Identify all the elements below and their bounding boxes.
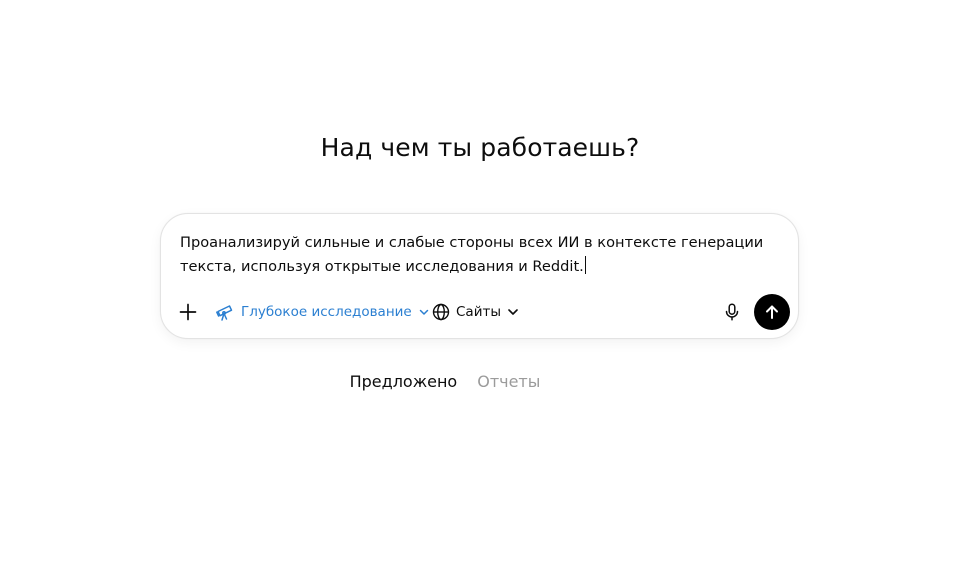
voice-input-button[interactable] — [718, 298, 746, 326]
sites-button[interactable]: Сайты — [432, 298, 519, 326]
chevron-down-icon — [418, 306, 430, 318]
telescope-icon — [215, 302, 235, 322]
prompt-input[interactable]: Проанализируй сильные и слабые стороны в… — [180, 231, 770, 279]
page-title: Над чем ты работаешь? — [320, 133, 640, 162]
tab-reports[interactable]: Отчеты — [477, 372, 540, 391]
sites-label: Сайты — [456, 304, 501, 320]
chevron-down-icon — [507, 306, 519, 318]
add-attachment-button[interactable] — [173, 297, 203, 327]
plus-icon — [179, 303, 197, 321]
send-button[interactable] — [754, 294, 790, 330]
prompt-line-2: текста, используя открытые исследования … — [180, 258, 584, 275]
arrow-up-icon — [764, 304, 780, 320]
tab-suggested[interactable]: Предложено — [350, 372, 458, 391]
deep-research-button[interactable]: Глубокое исследование — [215, 298, 430, 326]
microphone-icon — [724, 303, 740, 321]
deep-research-label: Глубокое исследование — [241, 304, 412, 320]
prompt-line-1: Проанализируй сильные и слабые стороны в… — [180, 234, 764, 251]
text-caret — [584, 256, 586, 274]
prompt-composer[interactable]: Проанализируй сильные и слабые стороны в… — [160, 213, 799, 339]
globe-icon — [432, 303, 450, 321]
composer-toolbar: Глубокое исследование Сайты — [161, 294, 798, 330]
page: Над чем ты работаешь? Проанализируй силь… — [0, 0, 958, 566]
suggestion-tabs: Предложено Отчеты — [0, 372, 890, 391]
